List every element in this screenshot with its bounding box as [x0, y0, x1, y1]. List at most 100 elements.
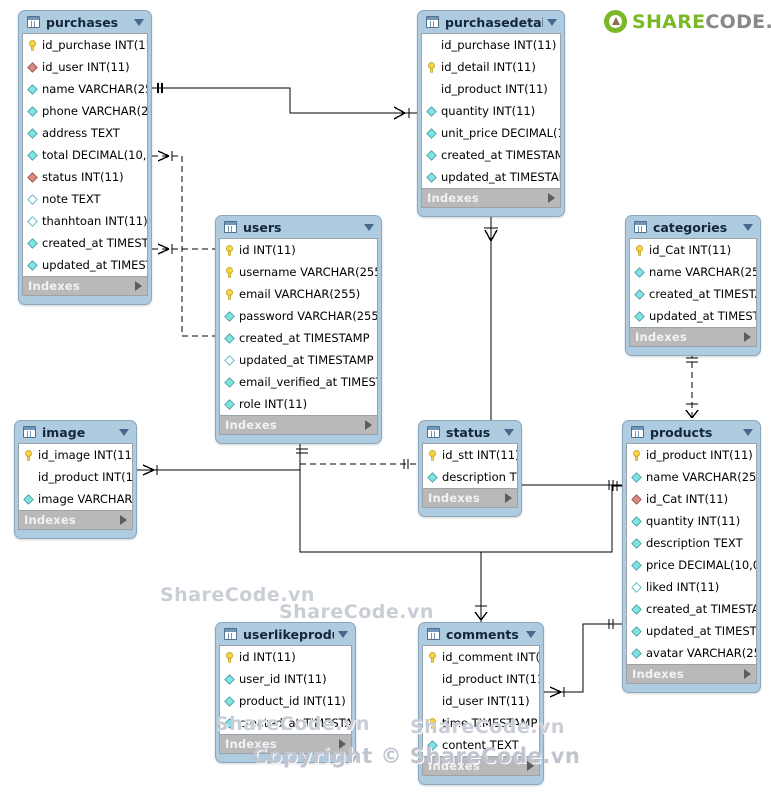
- column-row[interactable]: id_stt INT(11): [423, 444, 517, 466]
- entity-table-image[interactable]: imageid_image INT(11)id_product INT(11)i…: [14, 420, 137, 539]
- column-row[interactable]: price DECIMAL(10,0): [627, 554, 756, 576]
- diamond-cyan-icon: [23, 493, 34, 505]
- column-row[interactable]: status INT(11): [23, 166, 147, 188]
- expand-arrow-icon[interactable]: [548, 193, 555, 203]
- table-header-userlikeproduct[interactable]: userlikeproduct: [219, 623, 352, 645]
- expand-arrow-icon[interactable]: [120, 515, 127, 525]
- column-row[interactable]: role INT(11): [220, 393, 377, 415]
- column-row[interactable]: created_at TIMESTAMP: [220, 327, 377, 349]
- column-row[interactable]: id_purchase INT(11): [422, 34, 560, 56]
- table-header-image[interactable]: image: [18, 421, 133, 443]
- table-header-products[interactable]: products: [626, 421, 757, 443]
- column-label: note TEXT: [42, 192, 101, 206]
- column-row[interactable]: id_product INT(11): [627, 444, 756, 466]
- expand-arrow-icon[interactable]: [744, 332, 751, 342]
- column-row[interactable]: password VARCHAR(255): [220, 305, 377, 327]
- column-row[interactable]: name VARCHAR(255): [23, 78, 147, 100]
- column-row[interactable]: id_Cat INT(11): [627, 488, 756, 510]
- expand-arrow-icon[interactable]: [744, 669, 751, 679]
- column-row[interactable]: created_at TIMESTAMP: [23, 232, 147, 254]
- column-row[interactable]: email VARCHAR(255): [220, 283, 377, 305]
- column-row[interactable]: id_product INT(11): [423, 668, 539, 690]
- table-header-purchasedetail[interactable]: purchasedetail: [421, 11, 561, 33]
- expand-arrow-icon[interactable]: [365, 420, 372, 430]
- chevron-down-icon[interactable]: [547, 18, 557, 26]
- column-row[interactable]: id INT(11): [220, 239, 377, 261]
- column-row[interactable]: updated_at TIMESTAMP: [627, 620, 756, 642]
- column-row[interactable]: id_comment INT(11): [423, 646, 539, 668]
- column-row[interactable]: quantity INT(11): [627, 510, 756, 532]
- column-row[interactable]: id_image INT(11): [19, 444, 132, 466]
- indexes-section-categories[interactable]: Indexes: [629, 327, 757, 347]
- column-row[interactable]: id_product INT(11): [19, 466, 132, 488]
- column-row[interactable]: updated_at TIMESTAMP: [630, 305, 756, 327]
- column-row[interactable]: product_id INT(11): [220, 690, 351, 712]
- column-row[interactable]: unit_price DECIMAL(10,0): [422, 122, 560, 144]
- indexes-section-products[interactable]: Indexes: [626, 664, 757, 684]
- entity-table-categories[interactable]: categories id_Cat INT(11) name VARCHAR(255…: [625, 215, 761, 356]
- chevron-down-icon[interactable]: [338, 630, 348, 638]
- column-row[interactable]: id_user INT(11): [23, 56, 147, 78]
- column-row[interactable]: address TEXT: [23, 122, 147, 144]
- indexes-section-purchases[interactable]: Indexes: [22, 276, 148, 296]
- chevron-down-icon[interactable]: [504, 428, 514, 436]
- column-row[interactable]: image VARCHAR(225): [19, 488, 132, 510]
- entity-table-purchases[interactable]: purchases id_purchase INT(11) id_user INT(…: [18, 10, 152, 305]
- diamond-red-icon: [27, 61, 38, 73]
- column-row[interactable]: description TEXT: [423, 466, 517, 488]
- entity-table-purchasedetail[interactable]: purchasedetail id_purchase INT(11) id_deta…: [417, 10, 565, 217]
- column-row[interactable]: updated_at TIMESTAMP: [422, 166, 560, 188]
- expand-arrow-icon[interactable]: [135, 281, 142, 291]
- column-row[interactable]: id INT(11): [220, 646, 351, 668]
- column-row[interactable]: name VARCHAR(255): [627, 466, 756, 488]
- column-row[interactable]: liked INT(11): [627, 576, 756, 598]
- column-row[interactable]: id_product INT(11): [422, 78, 560, 100]
- column-label: id_user INT(11): [42, 60, 130, 74]
- chevron-down-icon[interactable]: [526, 630, 536, 638]
- column-row[interactable]: quantity INT(11): [422, 100, 560, 122]
- column-label: avatar VARCHAR(255): [646, 646, 756, 660]
- column-row[interactable]: id_purchase INT(11): [23, 34, 147, 56]
- column-label: unit_price DECIMAL(10,0): [441, 126, 560, 140]
- column-row[interactable]: thanhtoan INT(11): [23, 210, 147, 232]
- entity-table-status[interactable]: status id_stt INT(11) description TEXT Inde…: [418, 420, 522, 517]
- column-row[interactable]: updated_at TIMESTAMP: [23, 254, 147, 276]
- indexes-section-purchasedetail[interactable]: Indexes: [421, 188, 561, 208]
- column-row[interactable]: created_at TIMESTAMP: [630, 283, 756, 305]
- column-row[interactable]: created_at TIMESTAMP: [422, 144, 560, 166]
- recycle-logo-icon: [604, 10, 627, 33]
- chevron-down-icon[interactable]: [743, 428, 753, 436]
- column-row[interactable]: phone VARCHAR(255): [23, 100, 147, 122]
- column-row[interactable]: username VARCHAR(255): [220, 261, 377, 283]
- chevron-down-icon[interactable]: [134, 18, 144, 26]
- column-row[interactable]: email_verified_at TIMESTAMP: [220, 371, 377, 393]
- indexes-section-image[interactable]: Indexes: [18, 510, 133, 530]
- column-row[interactable]: id_Cat INT(11): [630, 239, 756, 261]
- column-row[interactable]: name VARCHAR(255): [630, 261, 756, 283]
- table-header-categories[interactable]: categories: [629, 216, 757, 238]
- expand-arrow-icon[interactable]: [505, 493, 512, 503]
- chevron-down-icon[interactable]: [119, 428, 129, 436]
- entity-table-products[interactable]: products id_product INT(11) name VARCHAR(2…: [622, 420, 761, 693]
- table-header-users[interactable]: users: [219, 216, 378, 238]
- column-row[interactable]: note TEXT: [23, 188, 147, 210]
- table-header-purchases[interactable]: purchases: [22, 11, 148, 33]
- column-row[interactable]: user_id INT(11): [220, 668, 351, 690]
- table-header-status[interactable]: status: [422, 421, 518, 443]
- chevron-down-icon[interactable]: [364, 223, 374, 231]
- column-label: quantity INT(11): [441, 104, 536, 118]
- table-header-comments[interactable]: comments: [422, 623, 540, 645]
- column-row[interactable]: id_user INT(11): [423, 690, 539, 712]
- column-row[interactable]: description TEXT: [627, 532, 756, 554]
- chevron-down-icon[interactable]: [743, 223, 753, 231]
- column-row[interactable]: created_at TIMESTAMP: [627, 598, 756, 620]
- column-row[interactable]: id_detail INT(11): [422, 56, 560, 78]
- entity-table-userlikeproduct[interactable]: userlikeproduct id INT(11) user_id INT(11)…: [215, 622, 356, 763]
- column-row[interactable]: updated_at TIMESTAMP: [220, 349, 377, 371]
- entity-table-users[interactable]: users id INT(11) username VARCHAR(255) emai…: [215, 215, 382, 444]
- key-yellow-icon: [23, 449, 34, 461]
- indexes-section-status[interactable]: Indexes: [422, 488, 518, 508]
- indexes-section-users[interactable]: Indexes: [219, 415, 378, 435]
- column-row[interactable]: avatar VARCHAR(255): [627, 642, 756, 664]
- column-row[interactable]: total DECIMAL(10,0): [23, 144, 147, 166]
